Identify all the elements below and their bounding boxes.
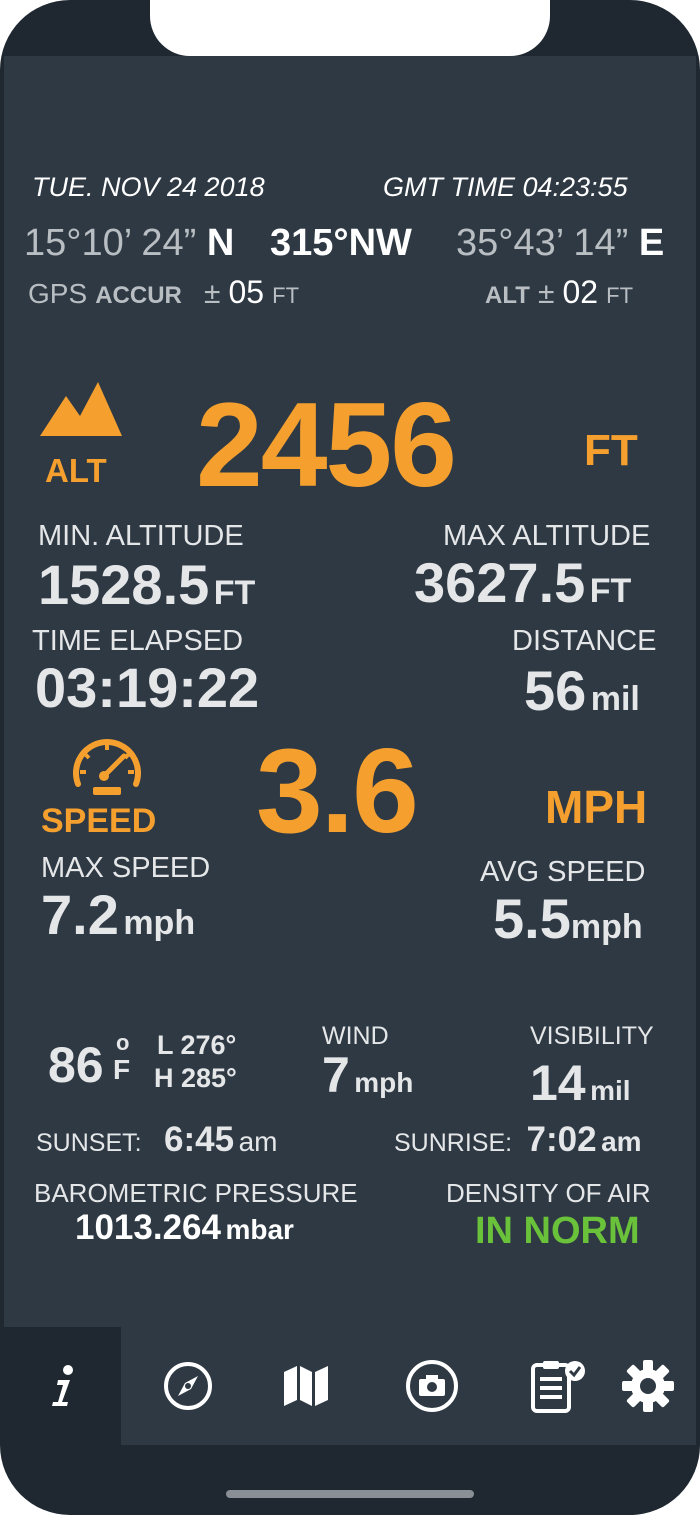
clipboard-check-icon <box>531 1361 585 1413</box>
sunset-value: 6:45 <box>164 1120 235 1159</box>
time-elapsed-value: 03:19:22 <box>35 656 260 719</box>
tab-log[interactable] <box>500 1327 616 1445</box>
distance-value: 56 <box>524 659 587 722</box>
sunset: SUNSET: 6:45 am <box>36 1120 277 1160</box>
mountain-icon <box>40 382 122 436</box>
wind: 7 mph <box>322 1046 413 1104</box>
max-altitude-unit: FT <box>589 572 632 610</box>
density-label: DENSITY OF AIR <box>446 1178 651 1208</box>
heading-text: 315°NW <box>270 222 412 264</box>
longitude: 35°43’ 14” E <box>456 222 664 265</box>
info-icon <box>51 1365 73 1406</box>
density-value: IN NORM <box>475 1210 640 1252</box>
max-altitude: 3627.5 FT <box>414 550 631 615</box>
tab-map[interactable] <box>248 1327 364 1445</box>
visibility-value: 14 <box>530 1055 586 1111</box>
avg-speed: 5.5mph <box>493 886 643 951</box>
sunrise: SUNRISE: 7:02 am <box>394 1120 642 1160</box>
speed-value: 3.6 <box>256 724 419 858</box>
latitude: 15°10’ 24” N <box>24 222 234 265</box>
tab-compass[interactable] <box>130 1327 246 1445</box>
tab-info[interactable] <box>4 1327 121 1445</box>
speedometer-icon <box>73 739 141 795</box>
altitude-value: 2456 <box>196 378 457 512</box>
min-altitude-label: MIN. ALTITUDE <box>38 520 244 552</box>
compass-icon <box>164 1362 212 1410</box>
max-speed: 7.2 mph <box>41 882 195 947</box>
longitude-direction: E <box>638 222 665 264</box>
sunset-unit: am <box>238 1126 278 1157</box>
wind-value: 7 <box>322 1047 350 1103</box>
distance-label: DISTANCE <box>512 625 657 657</box>
gps-accuracy: GPS ACCUR ± 05 FT <box>28 274 299 311</box>
phone-frame: TUE. NOV 24 2018 GMT TIME 04:23:55 15°10… <box>0 0 700 1515</box>
max-speed-value: 7.2 <box>41 883 119 946</box>
sunrise-unit: am <box>601 1126 642 1157</box>
avg-speed-label: AVG SPEED <box>480 856 646 888</box>
temperature-low: L 276° <box>157 1030 237 1060</box>
sunrise-label: SUNRISE: <box>394 1129 513 1157</box>
temperature-high: H 285° <box>154 1063 237 1093</box>
visibility: 14 mil <box>530 1054 631 1112</box>
max-altitude-value: 3627.5 <box>414 551 586 614</box>
notch <box>150 0 550 56</box>
alt-accuracy-value: 02 <box>562 274 599 310</box>
min-altitude: 1528.5 FT <box>38 552 255 617</box>
min-altitude-unit: FT <box>213 574 256 612</box>
pressure-unit: mbar <box>225 1214 294 1245</box>
pressure-label: BAROMETRIC PRESSURE <box>34 1178 358 1208</box>
speed-label: SPEED <box>41 802 157 840</box>
sunset-label: SUNSET: <box>36 1129 142 1157</box>
max-speed-unit: mph <box>123 904 196 942</box>
alt-accuracy-label: ALT <box>485 282 530 309</box>
wind-unit: mph <box>354 1067 414 1098</box>
tab-camera[interactable] <box>374 1327 490 1445</box>
camera-icon <box>406 1360 458 1412</box>
gps-accuracy-unit: FT <box>272 283 300 308</box>
visibility-label: VISIBILITY <box>530 1022 654 1050</box>
plus-minus-sign: ± <box>203 277 221 310</box>
date-text: TUE. NOV 24 2018 <box>32 172 265 202</box>
gear-icon <box>622 1360 674 1412</box>
temperature-unit: F <box>113 1054 131 1085</box>
home-indicator[interactable] <box>226 1490 474 1498</box>
latitude-value: 15°10’ 24” <box>24 222 197 264</box>
gps-label: GPS <box>28 278 88 309</box>
sunrise-value: 7:02 <box>526 1120 597 1159</box>
plus-minus-sign: ± <box>537 277 555 310</box>
latitude-direction: N <box>206 222 235 264</box>
time-elapsed-label: TIME ELAPSED <box>32 625 244 657</box>
max-speed-label: MAX SPEED <box>41 852 211 884</box>
pressure: 1013.264 mbar <box>75 1208 294 1248</box>
altitude-label: ALT <box>45 452 107 489</box>
speed-unit: MPH <box>545 781 648 833</box>
distance-unit: mil <box>590 680 640 718</box>
accur-label: ACCUR <box>95 282 182 309</box>
tab-bar <box>4 1327 696 1445</box>
max-altitude-label: MAX ALTITUDE <box>443 520 651 552</box>
altitude-unit: FT <box>584 426 638 475</box>
avg-speed-value: 5.5 <box>493 887 571 950</box>
temperature-degree: o <box>116 1030 130 1055</box>
tab-settings[interactable] <box>600 1327 696 1445</box>
pressure-value: 1013.264 <box>75 1208 221 1247</box>
visibility-unit: mil <box>590 1075 631 1106</box>
min-altitude-value: 1528.5 <box>38 553 210 616</box>
alt-accuracy-unit: FT <box>606 283 634 308</box>
alt-accuracy: ALT ± 02 FT <box>485 274 633 311</box>
longitude-value: 35°43’ 14” <box>456 222 629 264</box>
gps-accuracy-value: 05 <box>228 274 265 310</box>
distance: 56 mil <box>524 658 640 723</box>
temperature-value: 86 <box>48 1037 104 1093</box>
avg-speed-unit: mph <box>570 908 643 946</box>
gmt-time-text: GMT TIME 04:23:55 <box>383 172 628 202</box>
map-icon <box>284 1366 328 1406</box>
